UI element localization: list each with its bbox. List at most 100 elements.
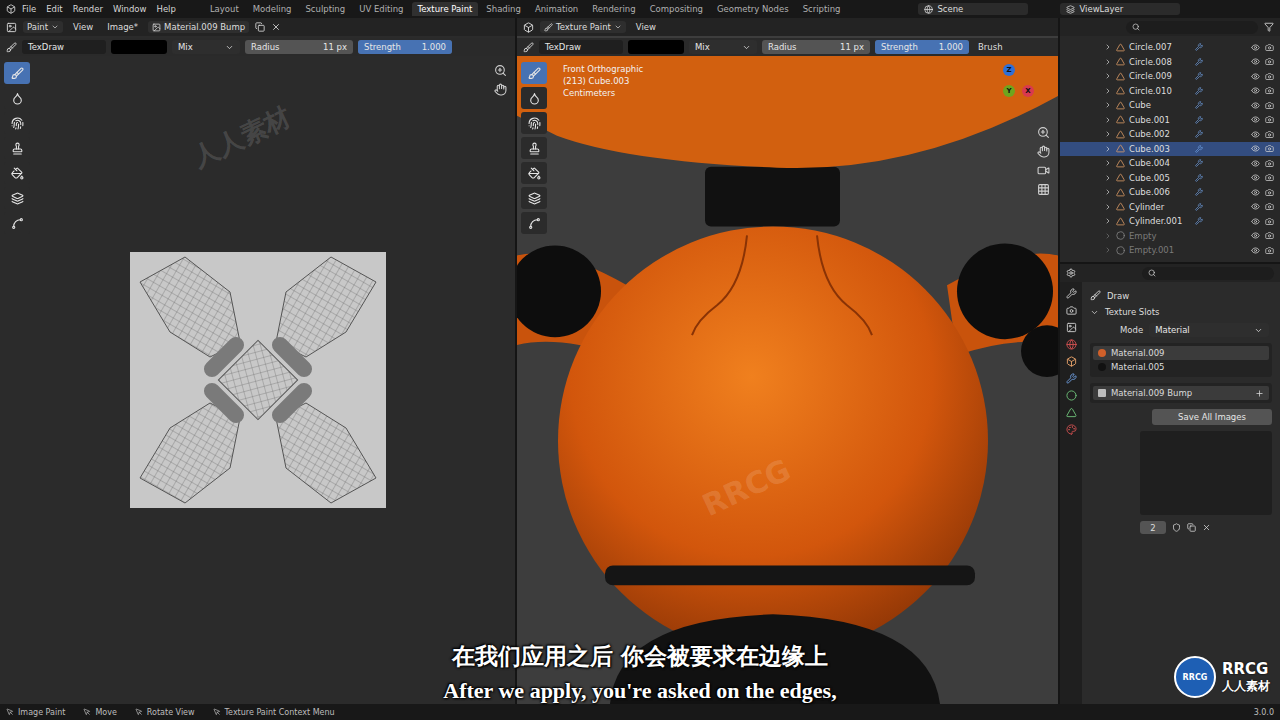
mode-dropdown[interactable]: Material (1149, 323, 1269, 337)
render-icon (1265, 57, 1274, 66)
mesh-icon (1116, 159, 1125, 168)
tool-button[interactable] (521, 212, 547, 234)
outliner-row[interactable]: Cube.002 (1060, 127, 1280, 142)
render-tab-icon (1066, 305, 1077, 316)
header-menu[interactable]: Image* (103, 21, 142, 33)
workspace-tab[interactable]: Rendering (586, 2, 641, 16)
axis-handle[interactable]: Z (1003, 64, 1015, 76)
uv-layout-image[interactable] (130, 252, 386, 508)
outliner-row[interactable]: Cube.004 (1060, 156, 1280, 171)
visibility-icon (1251, 173, 1260, 182)
strength-field[interactable]: Strength1.000 (358, 40, 452, 54)
render-icon (1265, 246, 1274, 255)
render-icon (1265, 231, 1274, 240)
outliner-row[interactable]: Cube.001 (1060, 113, 1280, 128)
unlink-icon (1202, 523, 1211, 532)
pan-icon (1037, 145, 1050, 158)
axis-handle[interactable]: X (1022, 85, 1034, 97)
users-field[interactable]: 2 (1140, 521, 1166, 534)
tool-button[interactable] (521, 87, 547, 109)
tool-button[interactable] (4, 187, 30, 209)
material-item[interactable]: Material.009 (1093, 346, 1269, 360)
header-menu[interactable]: View (632, 21, 660, 33)
tool-button[interactable] (521, 137, 547, 159)
right-panel: Circle.007Circle.008Circle.009Circle.010… (1060, 18, 1280, 704)
menu-item[interactable]: Edit (42, 4, 66, 14)
tool-button[interactable] (4, 112, 30, 134)
brush-field[interactable]: TexDraw (22, 40, 106, 54)
outliner-row[interactable]: Cube.006 (1060, 185, 1280, 200)
robot-render[interactable] (517, 56, 1058, 704)
workspace-tab[interactable]: UV Editing (353, 2, 409, 16)
scene-field[interactable]: Scene (918, 3, 1028, 15)
render-icon (1265, 217, 1274, 226)
outliner-search[interactable] (1126, 21, 1258, 34)
workspace-tab[interactable]: Shading (480, 2, 527, 16)
chevron-icon (51, 23, 59, 31)
tool-button[interactable] (521, 112, 547, 134)
brush-field[interactable]: TexDraw (539, 40, 623, 54)
outliner-row[interactable]: Circle.008 (1060, 55, 1280, 70)
tool-button[interactable] (4, 87, 30, 109)
workspace-tab[interactable]: Compositing (644, 2, 709, 16)
brush-menu[interactable]: Brush (974, 41, 1007, 53)
tool-button[interactable] (4, 62, 30, 84)
tool-button[interactable] (521, 162, 547, 184)
workspace-tab[interactable]: Scripting (797, 2, 847, 16)
texture-slot[interactable]: Material.009 Bump (1093, 386, 1269, 400)
color-swatch[interactable] (628, 40, 684, 54)
workspace-tab[interactable]: Animation (529, 2, 584, 16)
radius-field[interactable]: Radius11 px (245, 40, 353, 54)
outliner-row[interactable]: Empty.001 (1060, 243, 1280, 258)
view-layer-field[interactable]: ViewLayer (1060, 3, 1180, 15)
tool-button[interactable] (4, 137, 30, 159)
draw-icon (528, 67, 541, 80)
color-swatch[interactable] (111, 40, 167, 54)
workspace-tab[interactable]: Sculpting (299, 2, 351, 16)
brush-preview[interactable] (1140, 431, 1272, 515)
mode-dropdown[interactable]: Paint (23, 21, 63, 33)
radius-field[interactable]: Radius11 px (762, 40, 870, 54)
tool-button[interactable] (521, 187, 547, 209)
tool-button[interactable] (4, 212, 30, 234)
outliner-row[interactable]: Empty (1060, 229, 1280, 244)
outliner-row[interactable]: Cylinder.001 (1060, 214, 1280, 229)
outliner-row[interactable]: Cube (1060, 98, 1280, 113)
outliner-row[interactable]: Circle.009 (1060, 69, 1280, 84)
mesh-icon (1116, 173, 1125, 182)
image-canvas-area (0, 56, 515, 704)
menu-item[interactable]: Render (69, 4, 107, 14)
image-field[interactable]: Material.009 Bump (148, 21, 249, 33)
navigation-gizmo[interactable]: ZYX (982, 64, 1036, 118)
menu-item[interactable]: Help (152, 4, 179, 14)
outliner-row[interactable]: Cube.003 (1060, 142, 1280, 157)
tool-settings-bar: TexDraw Mix Radius11 px Strength1.000 Brush (517, 38, 1058, 56)
blend-dropdown[interactable]: Mix (689, 40, 757, 54)
strength-field[interactable]: Strength1.000 (875, 40, 969, 54)
material-item[interactable]: Material.005 (1093, 360, 1269, 374)
expand-icon (1104, 116, 1112, 124)
section-header[interactable]: Texture Slots (1090, 307, 1272, 317)
blender-window: FileEditRenderWindowHelpLayoutModelingSc… (0, 0, 1280, 720)
modifier-tab-icon (1066, 373, 1077, 384)
header-menu[interactable]: View (69, 21, 97, 33)
tool-button[interactable] (521, 62, 547, 84)
workspace-tab[interactable]: Modeling (247, 2, 298, 16)
outliner-row[interactable]: Cube.005 (1060, 171, 1280, 186)
properties-search[interactable] (1142, 267, 1274, 280)
expand-icon (1104, 232, 1112, 240)
outliner-row[interactable]: Circle.010 (1060, 84, 1280, 99)
workspace-tab[interactable]: Layout (204, 2, 245, 16)
blend-dropdown[interactable]: Mix (172, 40, 240, 54)
workspace-tab[interactable]: Texture Paint (412, 2, 479, 16)
axis-handle[interactable]: Y (1003, 85, 1015, 97)
menu-item[interactable]: Window (109, 4, 151, 14)
workspace-tab[interactable]: Geometry Nodes (711, 2, 795, 16)
menu-item[interactable]: File (18, 4, 40, 14)
outliner-row[interactable]: Circle.007 (1060, 40, 1280, 55)
save-all-images-button[interactable]: Save All Images (1152, 409, 1272, 425)
expand-icon (1104, 130, 1112, 138)
tool-button[interactable] (4, 162, 30, 184)
outliner-row[interactable]: Cylinder (1060, 200, 1280, 215)
mode-dropdown[interactable]: Texture Paint (540, 21, 626, 33)
